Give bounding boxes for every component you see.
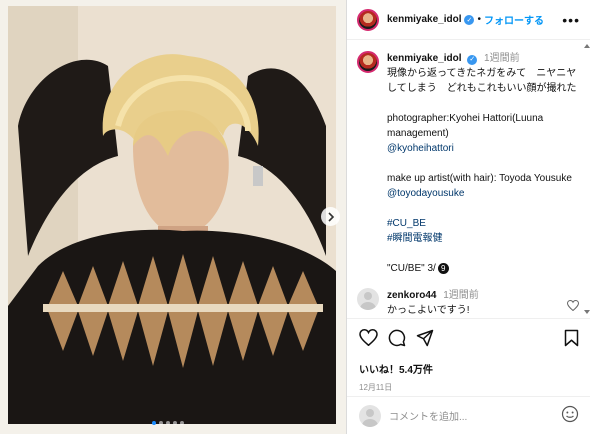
scroll-up-arrow-icon[interactable] (584, 44, 590, 48)
hashtag-link[interactable]: #CU_BE (387, 216, 579, 231)
carousel-dot (152, 421, 156, 425)
more-icon[interactable]: ••• (562, 12, 580, 28)
next-slide-button[interactable] (321, 207, 340, 226)
caption: kenmiyake_idol ✓ 1週間前 現像から返ってきたネガをみて ニヤニ… (357, 51, 579, 276)
verified-badge-icon: ✓ (467, 54, 478, 65)
carousel-dot (180, 421, 184, 425)
makeup-handle-link[interactable]: @toyodayousuke (387, 186, 579, 201)
avatar (359, 404, 381, 427)
verified-badge-icon: ✓ (464, 14, 475, 25)
header-separator: • (477, 14, 481, 25)
comment-item: zenkoro44 1週間前 かっこよいですう! (357, 288, 580, 317)
scroll-down-arrow-icon[interactable] (584, 310, 590, 314)
likes-count[interactable]: いいね！5.4万件 (359, 361, 579, 376)
post-photo (8, 6, 336, 424)
post-header: kenmiyake_idol ✓ • フォローする ••• (347, 0, 590, 40)
caption-line: 現像から返ってきたネガをみて ニヤニヤしてしまう どれもこれもいい顔が撮れた (387, 68, 577, 94)
caption-footer: "CU/BE" 3/9 (387, 261, 579, 276)
caption-time[interactable]: 1週間前 (484, 53, 520, 64)
comment-input[interactable]: コメントを追加... (389, 408, 467, 423)
avatar[interactable] (357, 288, 379, 310)
comment-body: かっこよいですう! (387, 305, 470, 316)
post-actions: いいね！5.4万件 12月11日 (347, 318, 590, 393)
comment-time: 1週間前 (443, 290, 479, 301)
share-icon[interactable] (416, 329, 434, 352)
photographer-credit: photographer:Kyohei Hattori(Luuna manage… (387, 113, 544, 139)
carousel-dot (159, 421, 163, 425)
avatar[interactable] (357, 51, 379, 73)
avatar[interactable] (357, 8, 379, 31)
photographer-handle-link[interactable]: @kyoheihattori (387, 141, 579, 156)
post-date: 12月11日 (359, 383, 393, 392)
like-comment-heart-icon[interactable] (566, 298, 580, 316)
carousel-indicator (152, 421, 184, 425)
emoji-icon[interactable] (561, 405, 579, 426)
comment-username[interactable]: zenkoro44 (387, 290, 436, 301)
heart-icon[interactable] (359, 328, 378, 351)
number-badge: 9 (437, 263, 449, 274)
carousel-dot (173, 421, 177, 425)
hashtag-link[interactable]: #瞬間電報健 (387, 231, 579, 246)
bookmark-icon[interactable] (564, 329, 579, 352)
chevron-right-icon (327, 211, 334, 222)
comments-area[interactable]: kenmiyake_idol ✓ 1週間前 現像から返ってきたネガをみて ニヤニ… (347, 41, 590, 317)
header-username[interactable]: kenmiyake_idol (387, 14, 461, 25)
comment-text: zenkoro44 1週間前 かっこよいですう! (387, 288, 479, 317)
makeup-credit: make up artist(with hair): Toyoda Yousuk… (387, 173, 572, 184)
follow-button[interactable]: フォローする (484, 12, 544, 27)
caption-text: kenmiyake_idol ✓ 1週間前 現像から返ってきたネガをみて ニヤニ… (387, 51, 579, 276)
add-comment-bar: コメントを追加... (347, 396, 590, 434)
action-icons (359, 327, 579, 353)
post-media (0, 0, 346, 434)
carousel-dot (166, 421, 170, 425)
comment-icon[interactable] (388, 329, 406, 352)
caption-username[interactable]: kenmiyake_idol (387, 53, 461, 64)
scrollbar[interactable] (584, 44, 590, 314)
post-sidebar: kenmiyake_idol ✓ • フォローする ••• kenmiyake_… (346, 0, 590, 434)
